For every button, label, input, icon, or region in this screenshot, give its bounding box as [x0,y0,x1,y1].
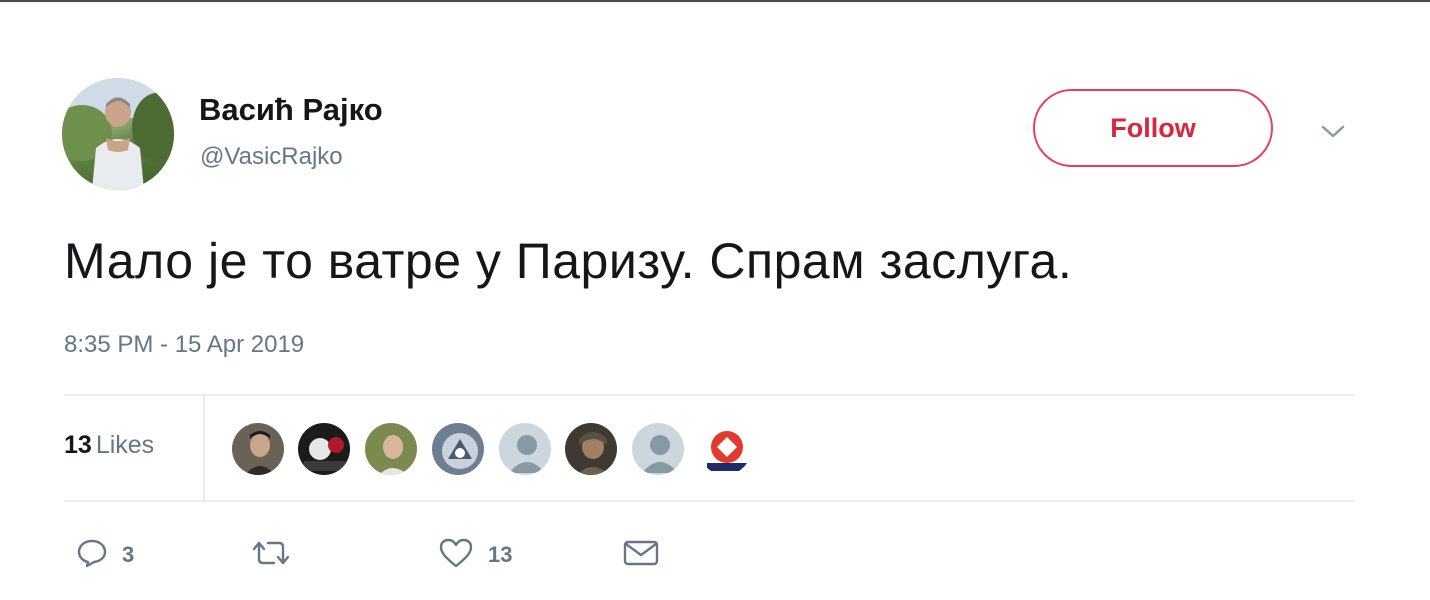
author-handle[interactable]: @VasicRajko [200,143,343,171]
liker-avatar[interactable] [363,421,419,477]
retweet-icon [248,537,294,574]
chevron-down-icon[interactable] [1320,122,1346,142]
liker-avatar[interactable] [563,421,619,477]
divider [64,500,1354,502]
liker-avatar[interactable] [296,421,352,477]
liker-avatar[interactable] [430,421,486,477]
likes-count: 13 [64,431,92,459]
liker-avatar[interactable] [697,421,753,477]
like-button[interactable]: 13 [438,537,512,573]
divider [64,394,1354,396]
envelope-icon [622,537,660,574]
direct-message-button[interactable] [622,537,660,573]
liker-avatar-default[interactable] [497,421,553,477]
tweet-text: Мало је то ватре у Паризу. Спрам заслуга… [64,233,1073,289]
reply-icon [76,537,108,574]
likes-stat[interactable]: 13 Likes [64,431,154,460]
heart-icon [438,537,474,574]
reply-button[interactable]: 3 [76,537,134,573]
top-border [0,0,1430,5]
author-avatar[interactable] [62,78,174,190]
reply-count: 3 [122,542,135,567]
tweet-timestamp[interactable]: 8:35 PM - 15 Apr 2019 [64,331,304,359]
likes-label: Likes [95,431,155,459]
like-count: 13 [488,542,513,567]
retweet-button[interactable] [248,537,308,573]
liker-avatar[interactable] [230,421,286,477]
author-display-name[interactable]: Васић Рајко [199,92,383,128]
liker-avatar-default[interactable] [630,421,686,477]
follow-button[interactable]: Follow [1033,89,1273,167]
stats-divider [203,396,205,500]
